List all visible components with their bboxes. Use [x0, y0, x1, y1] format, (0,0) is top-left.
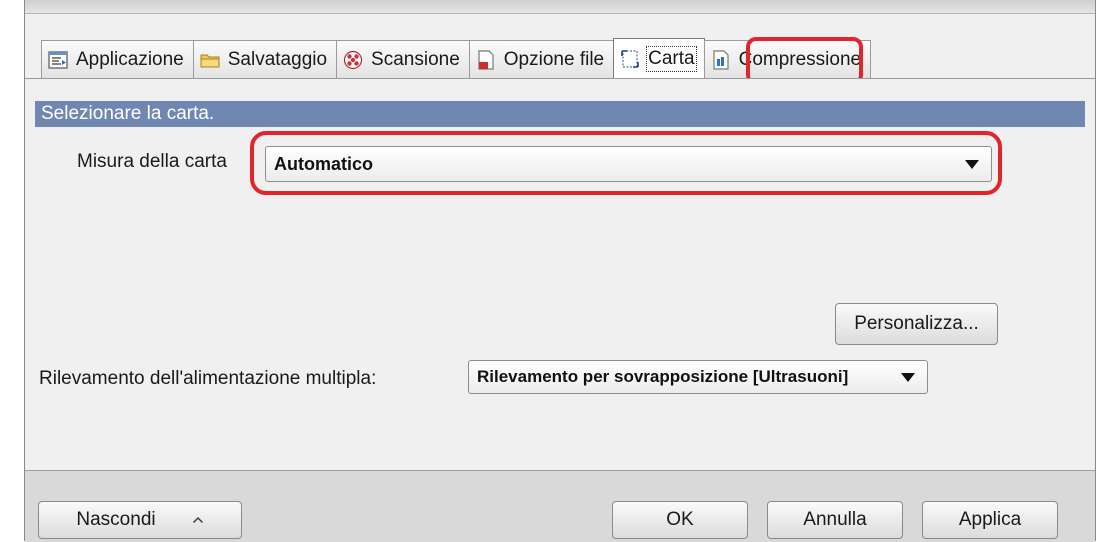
section-header: Selezionare la carta.	[35, 101, 1085, 127]
file-icon	[478, 49, 494, 70]
window-top-strip	[25, 0, 1095, 14]
tab-salvataggio[interactable]: Salvataggio	[192, 40, 338, 78]
scan-icon	[343, 50, 363, 69]
chevron-up-icon	[192, 517, 203, 523]
paper-size-label: Misura della carta	[77, 151, 227, 172]
multifeed-select[interactable]: Rilevamento per sovrapposizione [Ultrasu…	[468, 360, 928, 394]
tab-opzione-file[interactable]: Opzione file	[468, 40, 615, 78]
cancel-button[interactable]: Annulla	[767, 501, 903, 539]
customize-button[interactable]: Personalizza...	[835, 303, 998, 345]
paper-icon	[621, 49, 639, 68]
apply-button[interactable]: Applica	[922, 501, 1058, 539]
tab-label: Carta	[646, 45, 697, 72]
multifeed-value: Rilevamento per sovrapposizione [Ultrasu…	[477, 367, 849, 386]
tab-label: Scansione	[371, 48, 460, 70]
scan-settings-window: Applicazione Salvataggio Scansione Opzio…	[24, 0, 1096, 542]
dialog-footer: Nascondi OK Annulla Applica	[25, 470, 1095, 542]
compression-icon	[712, 49, 729, 70]
multifeed-label: Rilevamento dell'alimentazione multipla:	[39, 368, 377, 389]
tab-carta[interactable]: Carta	[613, 38, 705, 78]
hide-button[interactable]: Nascondi	[38, 501, 242, 539]
paper-settings-panel: Selezionare la carta. Misura della carta…	[25, 78, 1095, 470]
application-icon	[48, 50, 68, 69]
tab-applicazione[interactable]: Applicazione	[41, 40, 194, 78]
hide-button-label: Nascondi	[76, 509, 156, 530]
highlight-paper-size	[250, 131, 1002, 195]
tab-label: Opzione file	[503, 48, 605, 70]
dropdown-arrow-icon	[901, 372, 915, 382]
ok-button[interactable]: OK	[612, 501, 748, 539]
tab-label: Applicazione	[76, 48, 184, 70]
folder-icon	[200, 54, 220, 67]
tab-label: Salvataggio	[227, 48, 328, 70]
tab-scansione[interactable]: Scansione	[336, 40, 470, 78]
